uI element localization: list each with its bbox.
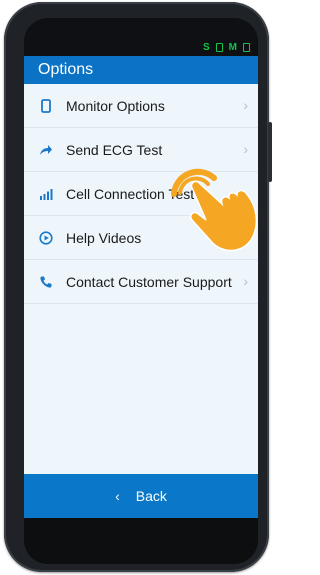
phone-icon [41,99,51,113]
menu-item-monitor-options[interactable]: Monitor Options › [24,84,258,128]
chevron-left-icon: ‹ [115,488,120,504]
telephone-icon [40,276,52,288]
navigation-bar [24,518,258,564]
side-button [268,122,272,182]
options-list: Monitor Options › Send ECG Test › Cell C… [24,84,258,474]
status-s-label: S [202,42,210,53]
menu-item-label: Monitor Options [66,98,165,114]
menu-item-contact-customer-support[interactable]: Contact Customer Support › [24,260,258,304]
chevron-right-icon: › [243,141,248,157]
lock-icon [215,43,223,52]
header-bar: Options [24,56,258,84]
signal-bars-icon [40,189,53,200]
menu-item-label: Help Videos [66,230,142,246]
battery-icon [243,43,250,52]
page-title: Options [38,61,94,78]
menu-item-label: Contact Customer Support [66,274,232,290]
chevron-right-icon: › [243,273,248,289]
footer-bar: ‹ Back [24,474,258,518]
back-label: Back [135,488,167,504]
status-bar: S M [24,18,258,56]
chevron-right-icon: › [243,97,248,113]
send-arrow-icon [40,145,52,155]
status-icons: S M [203,42,250,53]
status-m-label: M [228,42,237,53]
menu-item-label: Send ECG Test [66,142,163,158]
phone-screen: S M Options Monitor Options › Send ECG T… [24,18,258,564]
tap-hand-icon [171,168,258,252]
play-circle-icon [39,231,53,245]
back-button[interactable]: ‹ Back [24,474,258,518]
phone-frame: S M Options Monitor Options › Send ECG T… [4,2,272,572]
